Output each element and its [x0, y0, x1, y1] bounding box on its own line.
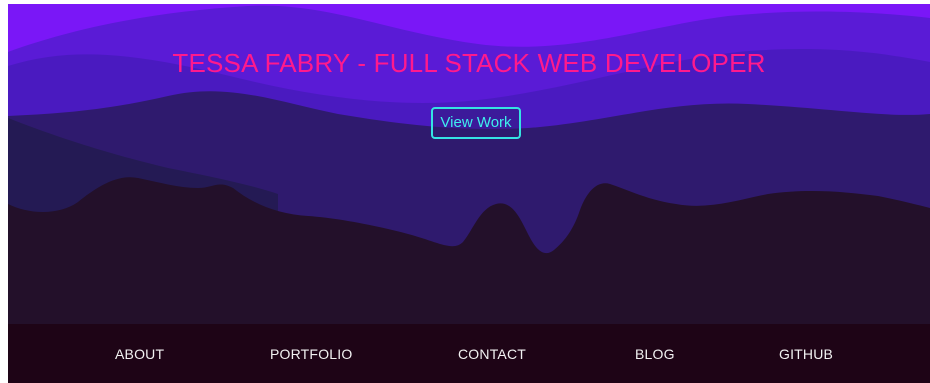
hero-title: TESSA FABRY - FULL STACK WEB DEVELOPER: [172, 48, 766, 78]
nav-link-blog[interactable]: BLOG: [635, 346, 675, 362]
footer-nav: ABOUT PORTFOLIO CONTACT BLOG GITHUB: [8, 324, 930, 383]
nav-link-github[interactable]: GITHUB: [779, 346, 833, 362]
hero-section: TESSA FABRY - FULL STACK WEB DEVELOPER V…: [8, 4, 930, 383]
view-work-button[interactable]: View Work: [431, 107, 521, 139]
nav-link-contact[interactable]: CONTACT: [458, 346, 526, 362]
nav-link-portfolio[interactable]: PORTFOLIO: [270, 346, 352, 362]
page: TESSA FABRY - FULL STACK WEB DEVELOPER V…: [0, 0, 930, 383]
nav-link-about[interactable]: ABOUT: [115, 346, 164, 362]
